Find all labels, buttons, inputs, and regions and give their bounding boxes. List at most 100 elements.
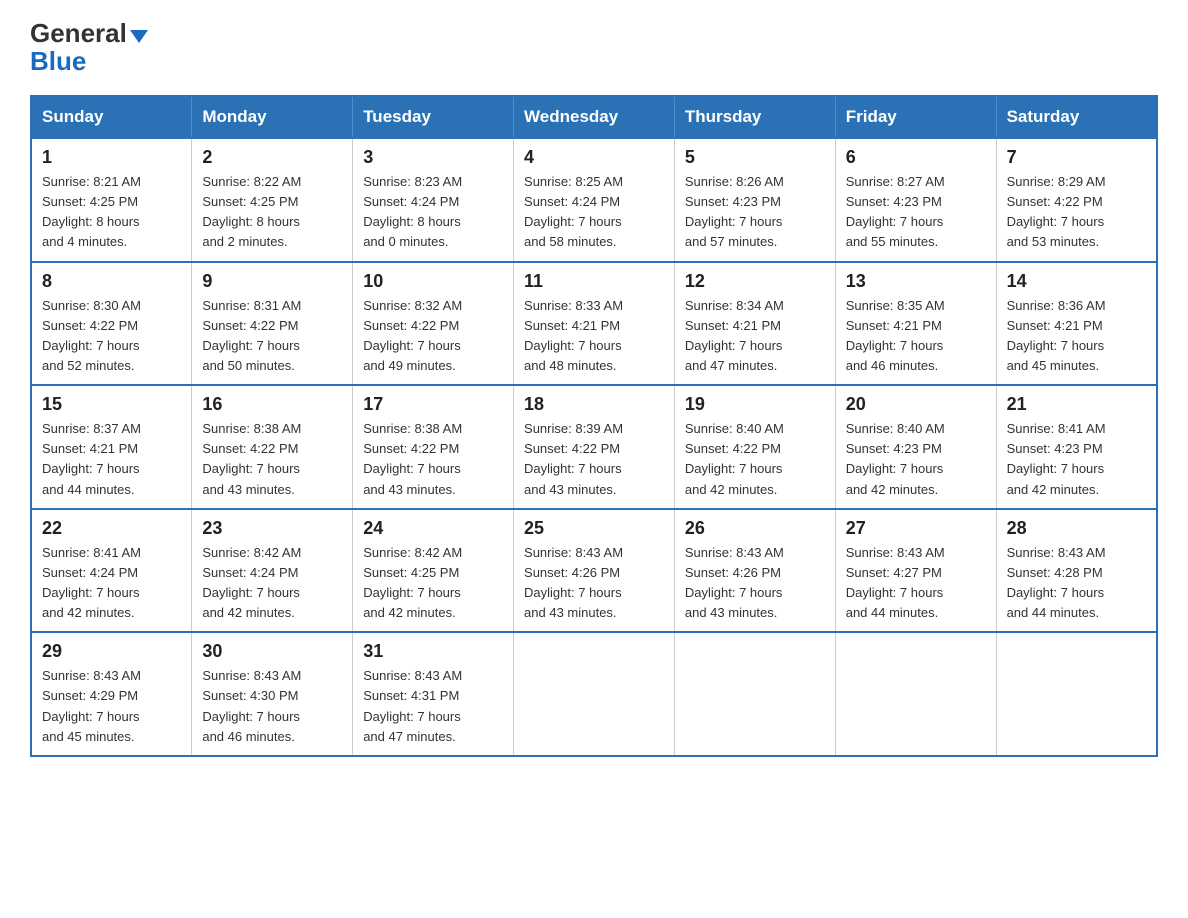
day-number: 17 (363, 394, 503, 415)
day-number: 21 (1007, 394, 1146, 415)
day-info: Sunrise: 8:34 AMSunset: 4:21 PMDaylight:… (685, 296, 825, 377)
day-number: 1 (42, 147, 181, 168)
calendar-cell: 18Sunrise: 8:39 AMSunset: 4:22 PMDayligh… (514, 385, 675, 509)
calendar-cell: 30 Sunrise: 8:43 AMSunset: 4:30 PMDayligh… (192, 632, 353, 756)
calendar-cell: 9Sunrise: 8:31 AMSunset: 4:22 PMDaylight… (192, 262, 353, 386)
calendar-cell: 29 Sunrise: 8:43 AMSunset: 4:29 PMDayligh… (31, 632, 192, 756)
header-day-saturday: Saturday (996, 96, 1157, 138)
day-info: Sunrise: 8:38 AMSunset: 4:22 PMDaylight:… (363, 419, 503, 500)
day-info: Sunrise: 8:43 AMSunset: 4:29 PMDaylight:… (42, 666, 181, 747)
day-number: 5 (685, 147, 825, 168)
calendar-cell (674, 632, 835, 756)
header-day-tuesday: Tuesday (353, 96, 514, 138)
header-day-thursday: Thursday (674, 96, 835, 138)
calendar-cell: 21Sunrise: 8:41 AMSunset: 4:23 PMDayligh… (996, 385, 1157, 509)
header-row: SundayMondayTuesdayWednesdayThursdayFrid… (31, 96, 1157, 138)
calendar-cell: 24 Sunrise: 8:42 AMSunset: 4:25 PMDayligh… (353, 509, 514, 633)
header-day-friday: Friday (835, 96, 996, 138)
day-number: 31 (363, 641, 503, 662)
header-day-sunday: Sunday (31, 96, 192, 138)
day-number: 2 (202, 147, 342, 168)
calendar-cell: 25 Sunrise: 8:43 AMSunset: 4:26 PMDayligh… (514, 509, 675, 633)
week-row-1: 1 Sunrise: 8:21 AMSunset: 4:25 PMDaylight… (31, 138, 1157, 262)
day-info: Sunrise: 8:42 AMSunset: 4:25 PMDaylight:… (363, 543, 503, 624)
day-number: 28 (1007, 518, 1146, 539)
day-info: Sunrise: 8:23 AMSunset: 4:24 PMDaylight:… (363, 172, 503, 253)
day-info: Sunrise: 8:43 AMSunset: 4:26 PMDaylight:… (685, 543, 825, 624)
logo-blue: Blue (30, 46, 86, 77)
calendar-cell: 3Sunrise: 8:23 AMSunset: 4:24 PMDaylight… (353, 138, 514, 262)
page-header: General Blue (30, 20, 1158, 77)
calendar-cell: 8 Sunrise: 8:30 AMSunset: 4:22 PMDaylight… (31, 262, 192, 386)
day-info: Sunrise: 8:40 AMSunset: 4:22 PMDaylight:… (685, 419, 825, 500)
week-row-4: 22 Sunrise: 8:41 AMSunset: 4:24 PMDayligh… (31, 509, 1157, 633)
day-info: Sunrise: 8:43 AMSunset: 4:27 PMDaylight:… (846, 543, 986, 624)
calendar-cell: 28 Sunrise: 8:43 AMSunset: 4:28 PMDayligh… (996, 509, 1157, 633)
logo-triangle-icon (130, 30, 148, 43)
day-info: Sunrise: 8:30 AMSunset: 4:22 PMDaylight:… (42, 296, 181, 377)
day-number: 4 (524, 147, 664, 168)
day-number: 15 (42, 394, 181, 415)
day-info: Sunrise: 8:43 AMSunset: 4:26 PMDaylight:… (524, 543, 664, 624)
day-number: 7 (1007, 147, 1146, 168)
calendar-cell: 12Sunrise: 8:34 AMSunset: 4:21 PMDayligh… (674, 262, 835, 386)
day-info: Sunrise: 8:43 AMSunset: 4:31 PMDaylight:… (363, 666, 503, 747)
day-info: Sunrise: 8:21 AMSunset: 4:25 PMDaylight:… (42, 172, 181, 253)
day-info: Sunrise: 8:39 AMSunset: 4:22 PMDaylight:… (524, 419, 664, 500)
day-info: Sunrise: 8:38 AMSunset: 4:22 PMDaylight:… (202, 419, 342, 500)
calendar-header: SundayMondayTuesdayWednesdayThursdayFrid… (31, 96, 1157, 138)
day-number: 8 (42, 271, 181, 292)
calendar-cell: 5 Sunrise: 8:26 AMSunset: 4:23 PMDaylight… (674, 138, 835, 262)
day-info: Sunrise: 8:37 AMSunset: 4:21 PMDaylight:… (42, 419, 181, 500)
day-number: 11 (524, 271, 664, 292)
calendar-cell: 14Sunrise: 8:36 AMSunset: 4:21 PMDayligh… (996, 262, 1157, 386)
calendar-cell (514, 632, 675, 756)
day-info: Sunrise: 8:22 AMSunset: 4:25 PMDaylight:… (202, 172, 342, 253)
day-number: 14 (1007, 271, 1146, 292)
week-row-2: 8 Sunrise: 8:30 AMSunset: 4:22 PMDaylight… (31, 262, 1157, 386)
header-day-monday: Monday (192, 96, 353, 138)
calendar-cell: 10 Sunrise: 8:32 AMSunset: 4:22 PMDayligh… (353, 262, 514, 386)
week-row-3: 15 Sunrise: 8:37 AMSunset: 4:21 PMDayligh… (31, 385, 1157, 509)
calendar-cell: 26 Sunrise: 8:43 AMSunset: 4:26 PMDayligh… (674, 509, 835, 633)
calendar-cell: 22 Sunrise: 8:41 AMSunset: 4:24 PMDayligh… (31, 509, 192, 633)
calendar-cell: 19 Sunrise: 8:40 AMSunset: 4:22 PMDayligh… (674, 385, 835, 509)
calendar-cell: 20Sunrise: 8:40 AMSunset: 4:23 PMDayligh… (835, 385, 996, 509)
day-info: Sunrise: 8:43 AMSunset: 4:30 PMDaylight:… (202, 666, 342, 747)
logo-general: General (30, 20, 127, 46)
day-number: 25 (524, 518, 664, 539)
day-number: 16 (202, 394, 342, 415)
day-number: 19 (685, 394, 825, 415)
day-info: Sunrise: 8:27 AMSunset: 4:23 PMDaylight:… (846, 172, 986, 253)
day-info: Sunrise: 8:41 AMSunset: 4:24 PMDaylight:… (42, 543, 181, 624)
day-info: Sunrise: 8:42 AMSunset: 4:24 PMDaylight:… (202, 543, 342, 624)
day-info: Sunrise: 8:26 AMSunset: 4:23 PMDaylight:… (685, 172, 825, 253)
calendar-cell: 17 Sunrise: 8:38 AMSunset: 4:22 PMDayligh… (353, 385, 514, 509)
calendar-cell (996, 632, 1157, 756)
calendar-cell: 31 Sunrise: 8:43 AMSunset: 4:31 PMDayligh… (353, 632, 514, 756)
day-info: Sunrise: 8:43 AMSunset: 4:28 PMDaylight:… (1007, 543, 1146, 624)
day-number: 30 (202, 641, 342, 662)
day-number: 26 (685, 518, 825, 539)
day-info: Sunrise: 8:35 AMSunset: 4:21 PMDaylight:… (846, 296, 986, 377)
calendar-cell: 27Sunrise: 8:43 AMSunset: 4:27 PMDayligh… (835, 509, 996, 633)
day-info: Sunrise: 8:32 AMSunset: 4:22 PMDaylight:… (363, 296, 503, 377)
day-info: Sunrise: 8:31 AMSunset: 4:22 PMDaylight:… (202, 296, 342, 377)
day-number: 13 (846, 271, 986, 292)
calendar-cell: 7 Sunrise: 8:29 AMSunset: 4:22 PMDaylight… (996, 138, 1157, 262)
day-info: Sunrise: 8:33 AMSunset: 4:21 PMDaylight:… (524, 296, 664, 377)
calendar-cell: 13 Sunrise: 8:35 AMSunset: 4:21 PMDayligh… (835, 262, 996, 386)
day-info: Sunrise: 8:25 AMSunset: 4:24 PMDaylight:… (524, 172, 664, 253)
day-number: 10 (363, 271, 503, 292)
day-number: 6 (846, 147, 986, 168)
day-info: Sunrise: 8:29 AMSunset: 4:22 PMDaylight:… (1007, 172, 1146, 253)
day-info: Sunrise: 8:40 AMSunset: 4:23 PMDaylight:… (846, 419, 986, 500)
day-number: 22 (42, 518, 181, 539)
calendar-cell: 1 Sunrise: 8:21 AMSunset: 4:25 PMDaylight… (31, 138, 192, 262)
calendar-cell: 15 Sunrise: 8:37 AMSunset: 4:21 PMDayligh… (31, 385, 192, 509)
day-number: 29 (42, 641, 181, 662)
day-number: 24 (363, 518, 503, 539)
logo: General Blue (30, 20, 148, 77)
week-row-5: 29 Sunrise: 8:43 AMSunset: 4:29 PMDayligh… (31, 632, 1157, 756)
calendar-cell: 16 Sunrise: 8:38 AMSunset: 4:22 PMDayligh… (192, 385, 353, 509)
